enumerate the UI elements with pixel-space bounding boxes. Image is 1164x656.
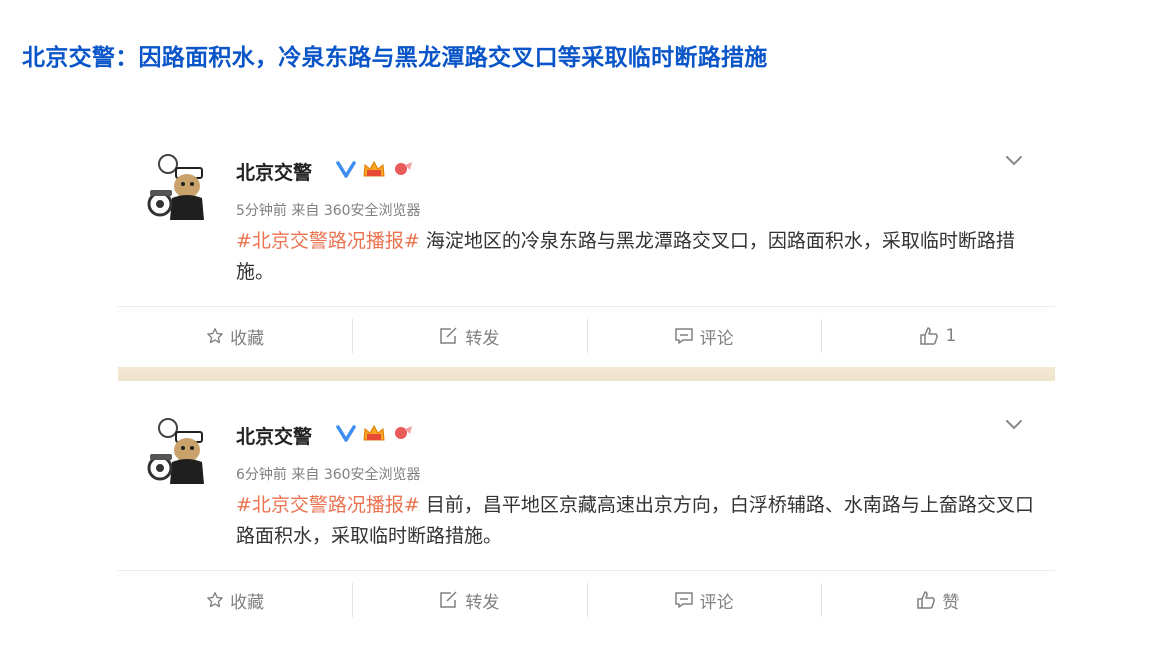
- post-text: #北京交警路况播报# 目前，昌平地区京藏高速出京方向，白浮桥辅路、水南路与上奤路…: [236, 490, 1036, 552]
- like-button[interactable]: 1: [820, 307, 1055, 365]
- post-card: 北京交警 6分钟前 来自 360安全浏览器 #北京交警路况播报# 目前，昌平地区…: [118, 384, 1055, 624]
- comment-label: 评论: [699, 328, 734, 349]
- medal-icon: [395, 426, 412, 439]
- post-meta: 6分钟前 来自 360安全浏览器: [236, 464, 421, 484]
- post-card: 北京交警 5分钟前 来自 360安全浏览器 #北京交警路况播报# 海淀地区的冷泉…: [118, 120, 1055, 370]
- post-time[interactable]: 6分钟前: [236, 467, 287, 483]
- post-separator: [118, 367, 1055, 381]
- member-badge-icon: [363, 424, 385, 441]
- chevron-down-icon[interactable]: [1003, 414, 1025, 436]
- post-meta: 5分钟前 来自 360安全浏览器: [236, 200, 421, 220]
- verified-icon: [336, 161, 356, 178]
- avatar[interactable]: [144, 152, 216, 224]
- action-bar: 收藏 转发 评论 赞: [118, 570, 1055, 629]
- favorite-button[interactable]: 收藏: [118, 571, 352, 629]
- badges: [336, 158, 414, 180]
- member-badge-icon: [363, 160, 385, 177]
- action-bar: 收藏 转发 评论 1: [118, 306, 1055, 365]
- star-icon: [207, 592, 223, 608]
- like-label: 赞: [942, 592, 960, 613]
- hashtag-link[interactable]: #北京交警路况播报#: [236, 494, 420, 516]
- comment-label: 评论: [699, 592, 734, 613]
- like-count: 1: [945, 326, 957, 346]
- thumbs-up-icon: [920, 327, 939, 345]
- like-button[interactable]: 赞: [820, 571, 1055, 629]
- post-text: #北京交警路况播报# 海淀地区的冷泉东路与黑龙潭路交叉口，因路面积水，采取临时断…: [236, 226, 1036, 288]
- verified-icon: [336, 425, 356, 442]
- repost-button[interactable]: 转发: [352, 571, 586, 629]
- comment-button[interactable]: 评论: [586, 571, 821, 629]
- post-source: 来自 360安全浏览器: [291, 203, 421, 219]
- comment-button[interactable]: 评论: [586, 307, 821, 365]
- post-time[interactable]: 5分钟前: [236, 203, 287, 219]
- repost-label: 转发: [465, 328, 500, 349]
- username[interactable]: 北京交警: [236, 158, 312, 185]
- badges: [336, 422, 414, 444]
- avatar[interactable]: [144, 416, 216, 488]
- comment-icon: [674, 328, 693, 344]
- comment-icon: [674, 592, 693, 608]
- favorite-button[interactable]: 收藏: [118, 307, 352, 365]
- repost-label: 转发: [465, 592, 500, 613]
- repost-button[interactable]: 转发: [352, 307, 586, 365]
- post-source: 来自 360安全浏览器: [291, 467, 421, 483]
- thumbs-up-icon: [917, 591, 936, 609]
- page-title: 北京交警：因路面积水，冷泉东路与黑龙潭路交叉口等采取临时断路措施: [22, 44, 768, 71]
- edit-icon: [440, 591, 457, 608]
- edit-icon: [440, 327, 457, 344]
- favorite-label: 收藏: [230, 328, 265, 349]
- star-icon: [207, 328, 223, 344]
- chevron-down-icon[interactable]: [1003, 150, 1025, 172]
- username[interactable]: 北京交警: [236, 422, 312, 449]
- medal-icon: [395, 162, 412, 175]
- favorite-label: 收藏: [230, 592, 265, 613]
- hashtag-link[interactable]: #北京交警路况播报#: [236, 230, 420, 252]
